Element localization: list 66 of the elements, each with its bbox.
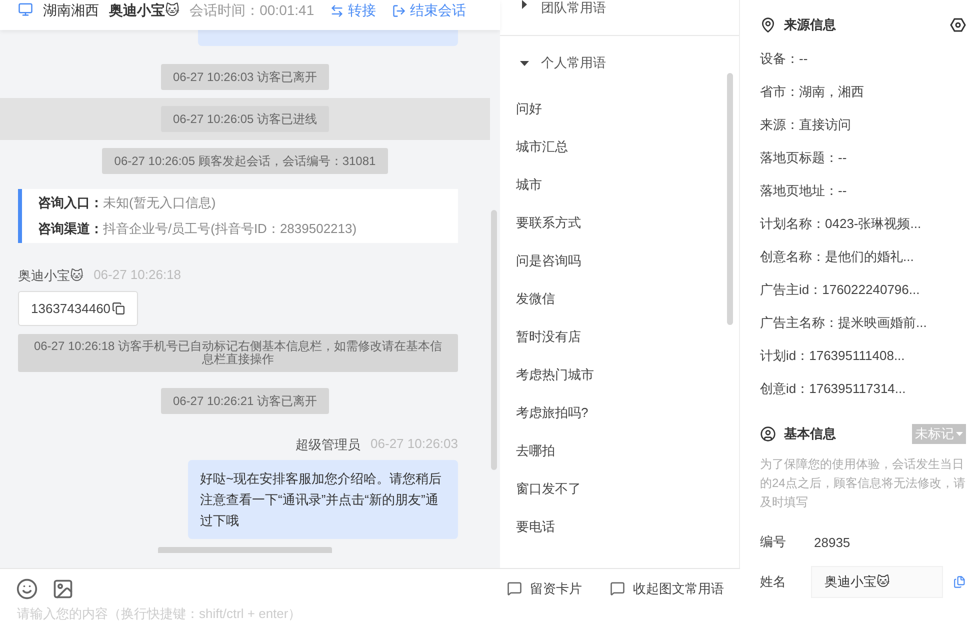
copy-icon[interactable] [112,302,125,315]
source-field: 广告主名称：提米映画婚前... [760,306,966,339]
image-icon[interactable] [52,578,74,600]
visitor-name: 奥迪小宝🐱 [109,2,180,19]
system-message: 06-27 10:26:03 访客已离开 [160,64,330,90]
message-icon [610,581,625,596]
exit-icon [392,4,406,18]
composer-action[interactable]: 留资卡片 [507,580,582,598]
source-field: 计划id：176395111408... [760,339,966,372]
field-label: 姓名 [760,573,787,591]
phrase-group-header[interactable]: 团队常用语 [500,0,739,36]
location-pin-icon [760,17,776,33]
visitor-location: 湖南湘西 [43,2,99,19]
phrase-item[interactable]: 问好 [500,90,739,128]
composer-action[interactable]: 收起图文常用语 [610,580,724,598]
source-field: 创意名称：是他们的婚礼... [760,240,966,273]
phrase-item[interactable]: 要电话 [500,508,739,546]
phrase-item[interactable]: 问是咨询吗 [500,242,739,280]
phrase-item[interactable]: 考虑热门城市 [500,356,739,394]
caret-icon [520,0,529,9]
source-field: 省市：湖南，湘西 [760,75,966,108]
caret-icon [956,432,963,436]
phrase-item[interactable]: 窗口发不了 [500,470,739,508]
section-title: 来源信息 [784,16,836,34]
source-field: 落地页标题：-- [760,141,966,174]
phrase-item[interactable]: 暂时没有店 [500,318,739,356]
group-title: 个人常用语 [541,55,606,71]
group-title: 团队常用语 [541,0,606,16]
source-field: 广告主id：176022240796... [760,273,966,306]
field-label: 编号 [760,533,787,551]
sender-name: 奥迪小宝🐱 [18,267,84,285]
message-time: 06-27 10:26:18 [94,267,182,284]
system-message: 06-27 10:26:18 访客手机号已自动标记右侧基本信息栏，如需修改请在基本信息栏直接操作 [18,334,458,372]
source-field: 计划名称：0423-张琳视频... [760,207,966,240]
caret-icon [520,58,529,68]
session-time: 会话时间：00:01:41 [190,2,314,19]
phrase-item[interactable]: 城市汇总 [500,128,739,166]
swap-arrows-icon [330,4,344,18]
monitor-icon [18,2,33,17]
phrase-group-header[interactable]: 个人常用语 [500,36,739,90]
user-icon [760,426,776,442]
sender-name: 超级管理员 [296,436,361,454]
phrase-item[interactable]: 要联系方式 [500,204,739,242]
message-time: 06-27 10:26:03 [370,436,458,453]
emoji-icon[interactable] [16,578,38,600]
phrase-item[interactable]: 发微信 [500,280,739,318]
field-value: 28935 [814,534,850,550]
name-field[interactable]: 奥迪小宝🐱 [811,566,944,598]
source-field: 创意id：176395117314... [760,372,966,405]
message-bubble: 好哒~现在安排客服加您介绍哈。请您稍后注意查看一下“通讯录”并点击“新的朋友”通过下哦 [188,460,458,539]
message-icon [507,581,522,596]
info-row-text: 咨询入口：未知(暂无入口信息) [38,195,217,211]
system-message: 06-27 10:26:05 访客已进线 [160,106,330,132]
section-title: 基本信息 [784,425,836,443]
source-field: 落地页地址：-- [760,174,966,207]
source-field: 设备：-- [760,42,966,75]
info-row-text: 咨询渠道：抖音企业号/员工号(抖音号ID：2839502213) [38,221,358,237]
source-field: 来源：直接访问 [760,108,966,141]
phrase-item[interactable]: 城市 [500,166,739,204]
system-message: 06-27 10:26:21 访客已离开 [160,388,330,414]
phone-message: 13637434460 [18,291,138,326]
settings-icon[interactable] [950,17,966,33]
phrase-item[interactable]: 考虑旅拍吗? [500,394,739,432]
phrase-item[interactable]: 去哪拍 [500,432,739,470]
notice-text: 为了保障您的使用体验，会话发生当日的24点之后，顾客信息将无法修改，请及时填写 [760,456,966,511]
system-message: 06-27 10:26:05 顾客发起会话，会话编号：31081 [102,148,388,174]
